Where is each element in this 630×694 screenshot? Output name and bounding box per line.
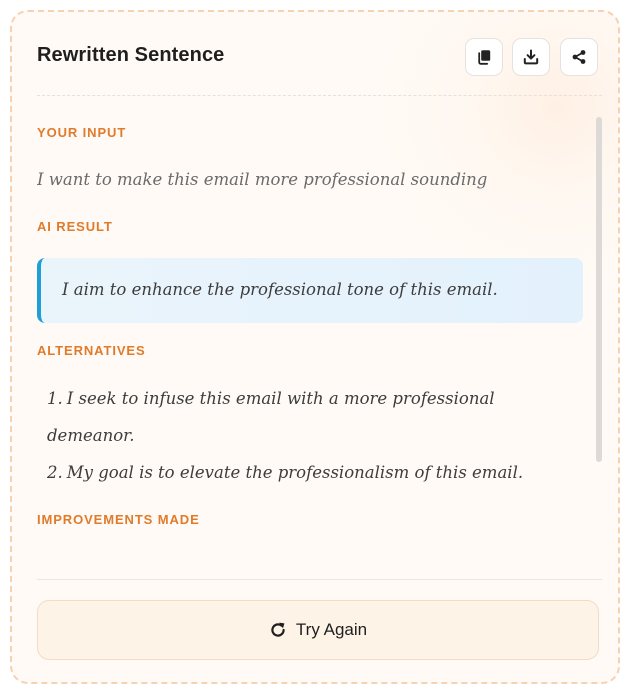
rewritten-sentence-card: Rewritten Sentence YOUR INPUT I want to … [10, 10, 620, 684]
your-input-text: I want to make this email more professio… [37, 170, 488, 189]
alternative-text: I seek to infuse this email with a more … [47, 389, 495, 445]
share-button[interactable] [560, 38, 598, 76]
alternative-item: 2. My goal is to elevate the professional… [47, 454, 527, 491]
download-button[interactable] [512, 38, 550, 76]
try-again-button[interactable]: Try Again [37, 600, 599, 660]
copy-button[interactable] [465, 38, 503, 76]
content-scrollbar[interactable] [596, 117, 602, 547]
card-title: Rewritten Sentence [37, 44, 225, 66]
alternatives-label: ALTERNATIVES [37, 343, 146, 358]
scrollbar-thumb[interactable] [596, 117, 602, 462]
alternative-item: 1. I seek to infuse this email with a mor… [47, 380, 527, 454]
your-input-label: YOUR INPUT [37, 125, 127, 140]
copy-icon [476, 49, 492, 65]
result-content: YOUR INPUT I want to make this email mor… [37, 97, 602, 578]
alternative-text: My goal is to elevate the professionalis… [66, 463, 524, 482]
card-header: Rewritten Sentence [12, 12, 618, 97]
download-icon [523, 49, 539, 65]
footer-divider [37, 579, 602, 580]
ai-result-text: I aim to enhance the professional tone o… [62, 280, 498, 299]
share-icon [571, 49, 587, 65]
alternative-number: 2. [47, 463, 63, 482]
refresh-icon [269, 621, 296, 639]
ai-result-box: I aim to enhance the professional tone o… [37, 258, 583, 323]
alternatives-list: 1. I seek to infuse this email with a mor… [47, 380, 527, 491]
improvements-made-label: IMPROVEMENTS MADE [37, 512, 200, 527]
alternative-number: 1. [47, 389, 63, 408]
ai-result-label: AI RESULT [37, 219, 113, 234]
header-divider [37, 95, 602, 96]
try-again-label: Try Again [295, 620, 368, 639]
